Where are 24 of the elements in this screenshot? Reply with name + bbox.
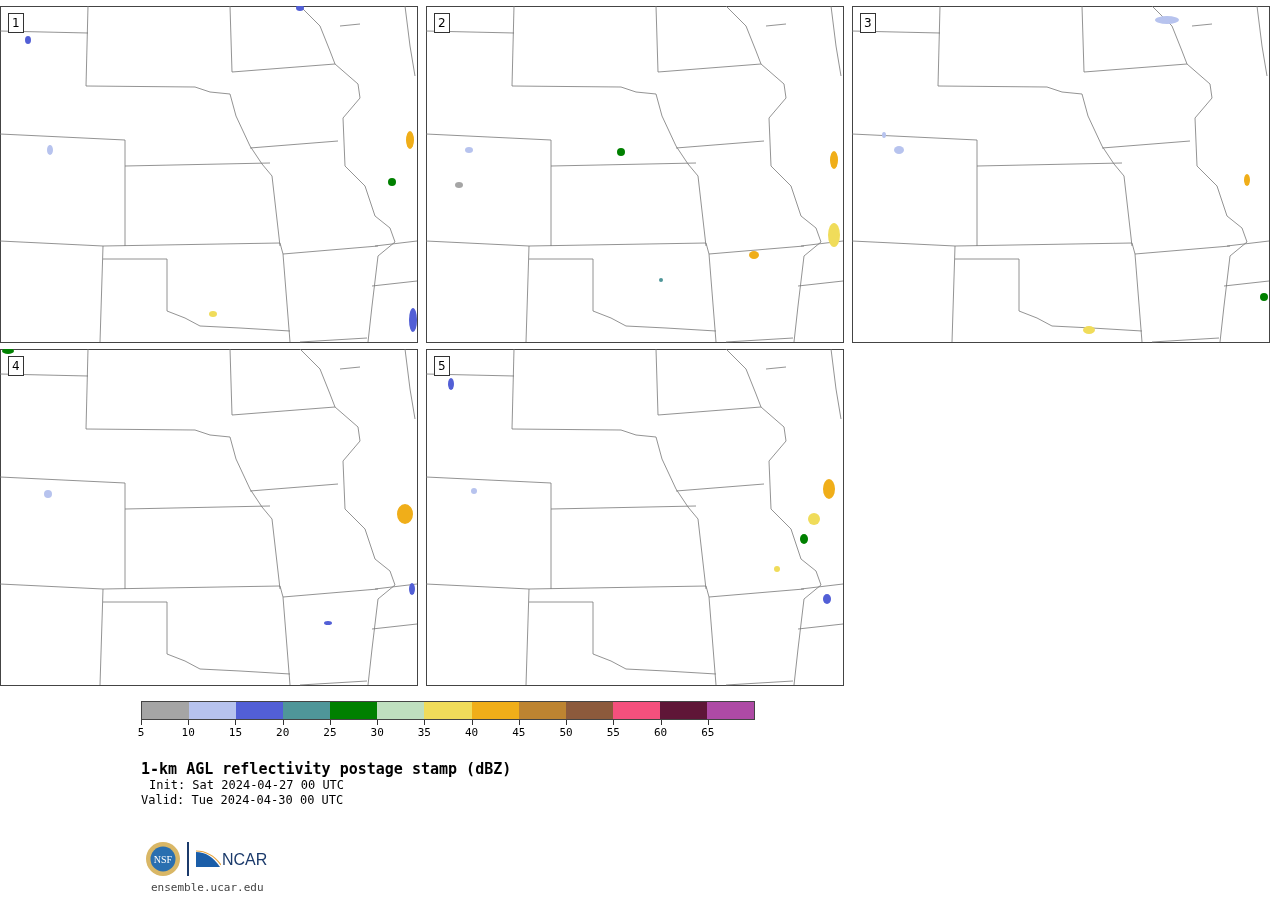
ncar-logo: NCAR	[195, 850, 268, 868]
tick-label: 20	[276, 726, 290, 739]
tick-label: 55	[606, 726, 620, 739]
chart-title: 1-km AGL reflectivity postage stamp (dBZ)	[141, 760, 513, 778]
tick-label: 30	[370, 726, 384, 739]
tick-label: 25	[323, 726, 337, 739]
tick-label: 35	[417, 726, 431, 739]
panel-number: 4	[8, 356, 24, 376]
tick-label: 40	[465, 726, 479, 739]
panel-number: 3	[860, 13, 876, 33]
tick-label: 50	[559, 726, 573, 739]
panel-number: 2	[434, 13, 450, 33]
init-time: Init: Sat 2024-04-27 00 UTC	[148, 778, 346, 793]
tick-label: 10	[181, 726, 195, 739]
valid-time: Valid: Tue 2024-04-30 00 UTC	[141, 793, 345, 808]
panel-number: 5	[434, 356, 450, 376]
tick-label: 45	[512, 726, 526, 739]
nsf-logo: NSF	[145, 841, 181, 877]
tick-label: 60	[653, 726, 668, 739]
panel-number: 1	[8, 13, 24, 33]
tick-label: 15	[228, 726, 243, 739]
tick-label: 65	[701, 726, 715, 739]
website-url: ensemble.ucar.edu	[151, 881, 265, 894]
tick-label: 5	[137, 726, 145, 739]
